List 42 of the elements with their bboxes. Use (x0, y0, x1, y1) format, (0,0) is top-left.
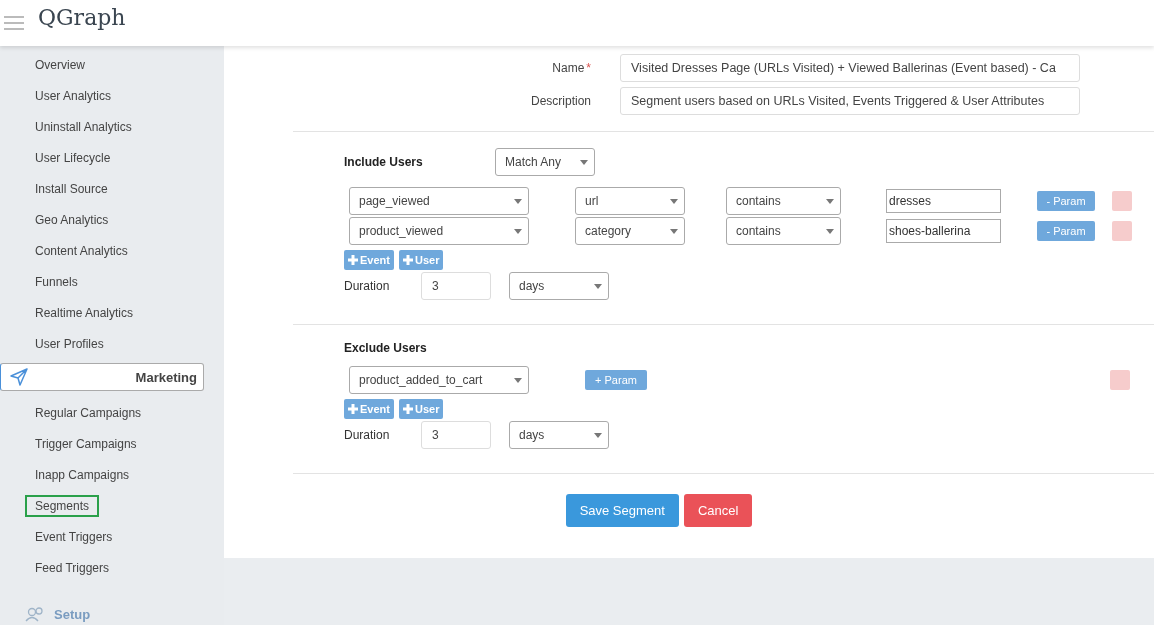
name-field[interactable]: Visited Dresses Page (URLs Visited) + Viewed Ballerinas (Event based) - Ca (620, 53, 1080, 82)
menu-icon[interactable] (4, 16, 24, 30)
plus-icon (348, 255, 358, 265)
sidebar-item[interactable]: Regular Campaigns (25, 401, 152, 424)
unit-dropdown[interactable]: days (509, 272, 609, 300)
sidebar-item[interactable]: Uninstall Analytics (25, 115, 142, 138)
send-icon (10, 368, 28, 386)
description-label: Description (529, 93, 591, 108)
plus-icon (348, 404, 358, 414)
plus-icon (402, 255, 413, 265)
delete-button[interactable] (1112, 191, 1132, 211)
plus-icon (402, 404, 413, 414)
sidebar-item[interactable]: Segments (25, 494, 100, 517)
delete-button[interactable] (1110, 370, 1130, 390)
sidebar-item[interactable]: User Lifecycle (25, 146, 121, 169)
users-icon (25, 606, 45, 622)
sidebar-item[interactable]: Overview (25, 53, 95, 76)
sidebar-item[interactable]: Realtime Analytics (25, 301, 144, 324)
sidebar-item[interactable]: Inapp Campaigns (25, 463, 140, 486)
unit-dropdown[interactable]: days (509, 421, 609, 449)
duration-field[interactable]: 3 (421, 272, 491, 300)
sidebar-item[interactable]: Geo Analytics (25, 208, 119, 231)
logo: QGraph (38, 4, 126, 30)
duration-label: Duration (344, 428, 391, 442)
sidebar-item[interactable]: Trigger Campaigns (25, 432, 147, 455)
match-dropdown[interactable]: Match Any (495, 148, 595, 176)
duration-label: Duration (344, 279, 391, 293)
sidebar-item[interactable]: Feed Triggers (25, 556, 120, 579)
sidebar-item[interactable]: User Analytics (25, 84, 122, 107)
name-label: Name * (551, 60, 591, 75)
sidebar-item[interactable]: Funnels (25, 270, 88, 293)
delete-button[interactable] (1112, 221, 1132, 241)
duration-field[interactable]: 3 (421, 421, 491, 449)
sidebar-item[interactable]: Content Analytics (25, 239, 138, 262)
cancel-button[interactable]: Cancel (683, 494, 753, 527)
section-title: Exclude Users (344, 341, 428, 355)
sidebar-item[interactable]: Event Triggers (25, 525, 123, 548)
sidebar-section[interactable]: Marketing (0, 363, 204, 391)
sidebar-item[interactable]: Install Source (25, 177, 118, 200)
description-field[interactable]: Segment users based on URLs Visited, Events Triggered & User Attributes (620, 86, 1080, 115)
sidebar-item[interactable]: User Profiles (25, 332, 114, 355)
section-title: Include Users (344, 155, 424, 169)
